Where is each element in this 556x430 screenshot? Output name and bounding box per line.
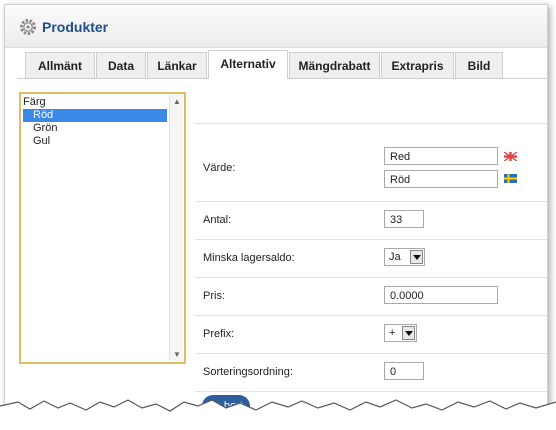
row-minska: Minska lagersaldo: Ja xyxy=(195,239,547,278)
page-title: Produkter xyxy=(42,19,109,35)
varde-sv-input[interactable]: Röd xyxy=(384,170,498,188)
list-item[interactable]: Röd xyxy=(23,109,167,122)
tab-alternativ[interactable]: Alternativ xyxy=(208,50,288,79)
panel-header: Produkter xyxy=(5,5,547,48)
scroll-up-icon[interactable]: ▲ xyxy=(173,97,181,106)
minska-value: Ja xyxy=(389,251,401,263)
varde-label: Värde: xyxy=(203,162,236,174)
list-item[interactable]: Gul xyxy=(23,135,50,148)
row-divider xyxy=(195,391,547,393)
tab-lankar[interactable]: Länkar xyxy=(147,52,207,79)
chevron-down-icon[interactable] xyxy=(402,326,415,340)
tab-mangdrabatt[interactable]: Mängdrabatt xyxy=(289,52,380,79)
pris-input[interactable]: 0.0000 xyxy=(384,286,498,304)
uk-flag-icon xyxy=(504,152,517,161)
chevron-down-icon[interactable] xyxy=(410,250,423,264)
scroll-down-icon[interactable]: ▼ xyxy=(173,350,181,359)
options-listbox[interactable]: Färg Röd Grön Gul ▲ ▼ xyxy=(19,92,186,364)
tab-allmant[interactable]: Allmänt xyxy=(25,52,95,79)
product-panel: Produkter Allmänt Data Länkar Alternativ… xyxy=(4,4,548,415)
minska-label: Minska lagersaldo: xyxy=(203,252,295,264)
antal-input[interactable]: 33 xyxy=(384,210,424,228)
prefix-select[interactable]: + xyxy=(384,324,417,342)
gear-icon xyxy=(20,19,36,35)
sweden-flag-icon xyxy=(504,174,517,183)
varde-en-input[interactable]: Red xyxy=(384,147,498,165)
row-prefix: Prefix: + xyxy=(195,315,547,354)
prefix-label: Prefix: xyxy=(203,328,235,340)
torn-edge xyxy=(0,399,556,430)
tab-data[interactable]: Data xyxy=(96,52,146,79)
row-varde: Värde: Red Röd xyxy=(195,123,547,202)
list-item[interactable]: Grön xyxy=(23,122,57,135)
antal-label: Antal: xyxy=(203,214,232,226)
sortering-input[interactable]: 0 xyxy=(384,362,424,380)
list-scrollbar[interactable]: ▲ ▼ xyxy=(169,95,183,361)
prefix-value: + xyxy=(389,327,396,339)
minska-select[interactable]: Ja xyxy=(384,248,425,266)
row-sortering: Sorteringsordning: 0 xyxy=(195,353,547,392)
tab-bild[interactable]: Bild xyxy=(455,52,503,79)
row-pris: Pris: 0.0000 xyxy=(195,277,547,316)
pris-label: Pris: xyxy=(203,290,225,302)
tab-extrapris[interactable]: Extrapris xyxy=(381,52,454,79)
list-item[interactable]: Färg xyxy=(23,96,167,109)
row-antal: Antal: 33 xyxy=(195,201,547,240)
sortering-label: Sorteringsordning: xyxy=(203,366,293,378)
